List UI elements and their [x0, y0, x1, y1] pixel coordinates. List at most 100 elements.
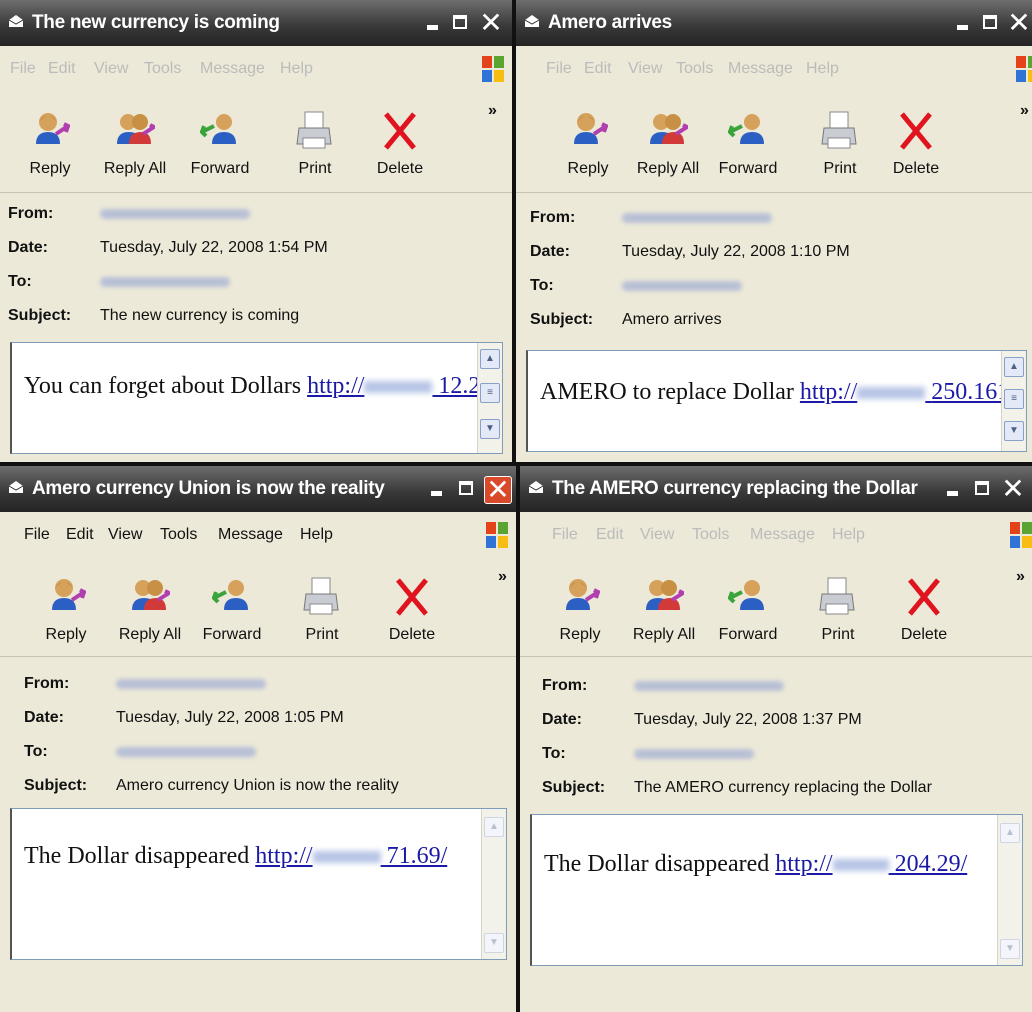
- menu-help[interactable]: Help: [280, 60, 313, 78]
- vertical-scrollbar[interactable]: ▲ ▼: [997, 815, 1022, 965]
- menu-edit[interactable]: Edit: [66, 526, 94, 544]
- title-bar[interactable]: The AMERO currency replacing the Dollar …: [520, 466, 1032, 512]
- reply-button[interactable]: Reply: [26, 560, 106, 656]
- delete-button[interactable]: Delete: [372, 560, 452, 656]
- reply-all-button[interactable]: Reply All: [110, 560, 190, 656]
- menu-help[interactable]: Help: [806, 60, 839, 78]
- menu-file[interactable]: File: [10, 60, 36, 78]
- maximize-button[interactable]: [448, 10, 474, 36]
- menu-view[interactable]: View: [640, 526, 674, 544]
- print-button[interactable]: Print: [282, 560, 362, 656]
- menu-message[interactable]: Message: [218, 526, 283, 544]
- menu-file[interactable]: File: [552, 526, 578, 544]
- forward-button[interactable]: Forward: [708, 94, 788, 190]
- message-headers: From: Date: Tuesday, July 22, 2008 1:37 P…: [520, 656, 1032, 805]
- title-bar[interactable]: The new currency is coming ✕: [0, 0, 512, 46]
- menu-edit[interactable]: Edit: [584, 60, 612, 78]
- scroll-down-button[interactable]: ▼: [1004, 421, 1024, 441]
- menu-edit[interactable]: Edit: [48, 60, 76, 78]
- menu-message[interactable]: Message: [200, 60, 265, 78]
- minimize-button[interactable]: [424, 476, 450, 502]
- reply-all-button[interactable]: Reply All: [628, 94, 708, 190]
- message-headers: From: Date: Tuesday, July 22, 2008 1:05 P…: [0, 656, 516, 805]
- menu-tools[interactable]: Tools: [676, 60, 713, 78]
- forward-label: Forward: [190, 160, 250, 177]
- date-label: Date:: [542, 711, 583, 728]
- title-bar[interactable]: Amero arrives ✕: [516, 0, 1032, 46]
- forward-button[interactable]: Forward: [192, 560, 272, 656]
- scroll-up-button[interactable]: ▲: [480, 349, 500, 369]
- scroll-up-button[interactable]: ▲: [484, 817, 504, 837]
- menu-message[interactable]: Message: [728, 60, 793, 78]
- menu-tools[interactable]: Tools: [692, 526, 729, 544]
- forward-button[interactable]: Forward: [708, 560, 788, 656]
- menu-file[interactable]: File: [24, 526, 50, 544]
- maximize-button[interactable]: [970, 476, 996, 502]
- chevron-double-right-icon[interactable]: »: [488, 102, 497, 120]
- message-body[interactable]: You can forget about Dollars http:// 12.…: [10, 342, 503, 454]
- reply-button[interactable]: Reply: [540, 560, 620, 656]
- close-button[interactable]: ✕: [478, 9, 504, 37]
- redacted-ip: [857, 387, 926, 400]
- vertical-scrollbar[interactable]: ▲ ▼: [481, 809, 506, 959]
- menu-help[interactable]: Help: [832, 526, 865, 544]
- scroll-down-button[interactable]: ▼: [480, 419, 500, 439]
- delete-button[interactable]: Delete: [360, 94, 440, 190]
- scroll-up-button[interactable]: ▲: [1004, 357, 1024, 377]
- maximize-button[interactable]: [978, 10, 1004, 36]
- vertical-scrollbar[interactable]: ▲ ≡ ▼: [1001, 351, 1026, 451]
- forward-button[interactable]: Forward: [180, 94, 260, 190]
- reply-all-button[interactable]: Reply All: [624, 560, 704, 656]
- minimize-button[interactable]: [420, 10, 446, 36]
- maximize-button[interactable]: [454, 476, 480, 502]
- delete-button[interactable]: Delete: [876, 94, 956, 190]
- menu-view[interactable]: View: [628, 60, 662, 78]
- scroll-down-button[interactable]: ▼: [1000, 939, 1020, 959]
- print-button[interactable]: Print: [798, 560, 878, 656]
- scroll-thumb[interactable]: ≡: [480, 383, 500, 403]
- message-link[interactable]: http:// 12.23/: [307, 373, 499, 399]
- menu-view[interactable]: View: [94, 60, 128, 78]
- menu-message[interactable]: Message: [750, 526, 815, 544]
- windows-logo-icon: [1016, 56, 1032, 82]
- reply-label: Reply: [45, 626, 87, 643]
- vertical-scrollbar[interactable]: ▲ ≡ ▼: [477, 343, 502, 453]
- print-button[interactable]: Print: [800, 94, 880, 190]
- delete-button[interactable]: Delete: [884, 560, 964, 656]
- menu-view[interactable]: View: [108, 526, 142, 544]
- close-button[interactable]: ✕: [1000, 475, 1026, 503]
- menu-tools[interactable]: Tools: [160, 526, 197, 544]
- chevron-double-right-icon[interactable]: »: [498, 568, 507, 586]
- reply-all-label: Reply All: [103, 160, 167, 177]
- print-button[interactable]: Print: [275, 94, 355, 190]
- minimize-button[interactable]: [950, 10, 976, 36]
- message-link[interactable]: http:// 250.161/: [800, 379, 1016, 405]
- scroll-up-button[interactable]: ▲: [1000, 823, 1020, 843]
- reply-all-label: Reply All: [636, 160, 700, 177]
- forward-icon: [212, 580, 248, 610]
- chevron-double-right-icon[interactable]: »: [1020, 102, 1029, 120]
- reply-button[interactable]: Reply: [10, 94, 90, 190]
- menu-file[interactable]: File: [546, 60, 572, 78]
- menu-tools[interactable]: Tools: [144, 60, 181, 78]
- reply-all-button[interactable]: Reply All: [95, 94, 175, 190]
- message-body[interactable]: AMERO to replace Dollar http:// 250.161/…: [526, 350, 1027, 452]
- close-button[interactable]: ✕: [484, 476, 512, 504]
- from-label: From:: [24, 675, 70, 692]
- windows-logo-icon: [486, 522, 508, 548]
- title-bar[interactable]: Amero currency Union is now the reality …: [0, 466, 516, 512]
- close-button[interactable]: ✕: [1006, 9, 1032, 37]
- message-body[interactable]: The Dollar disappeared http:// 204.29/ ▲…: [530, 814, 1023, 966]
- menu-help[interactable]: Help: [300, 526, 333, 544]
- from-label: From:: [8, 205, 54, 222]
- minimize-button[interactable]: [940, 476, 966, 502]
- chevron-double-right-icon[interactable]: »: [1016, 568, 1025, 586]
- message-body[interactable]: The Dollar disappeared http:// 71.69/ ▲ …: [10, 808, 507, 960]
- menu-edit[interactable]: Edit: [596, 526, 624, 544]
- message-link[interactable]: http:// 204.29/: [775, 851, 967, 877]
- scroll-down-button[interactable]: ▼: [484, 933, 504, 953]
- scroll-thumb[interactable]: ≡: [1004, 389, 1024, 409]
- message-link[interactable]: http:// 71.69/: [255, 843, 447, 869]
- forward-label: Forward: [718, 160, 778, 177]
- reply-button[interactable]: Reply: [548, 94, 628, 190]
